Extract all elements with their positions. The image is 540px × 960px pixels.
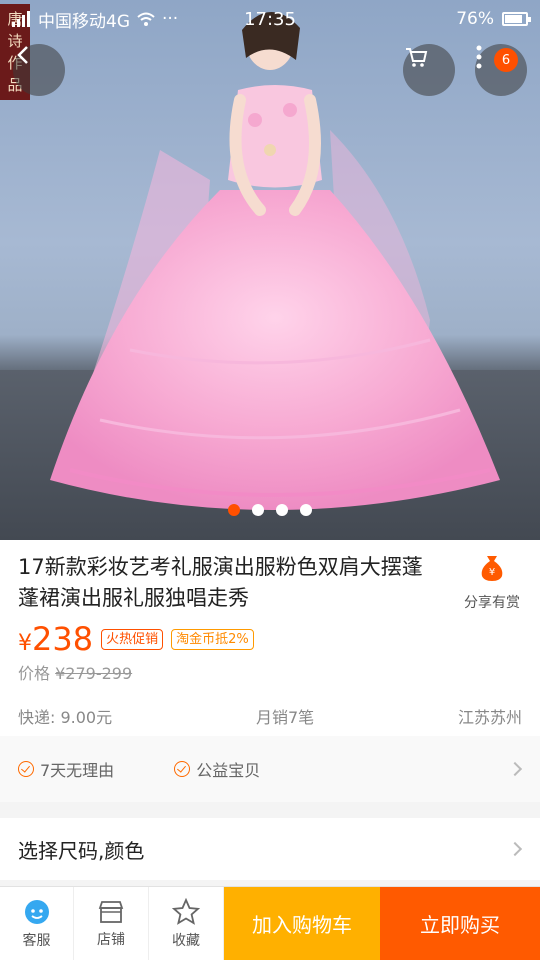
current-price: ¥238	[18, 620, 94, 658]
share-reward-button[interactable]: ¥ 分享有赏	[456, 554, 528, 612]
shop-icon	[98, 901, 124, 923]
service-guarantees-row[interactable]: 7天无理由 公益宝贝	[0, 736, 540, 802]
more-icon	[476, 45, 482, 69]
carrier-label: 中国移动4G	[38, 11, 130, 32]
coin-tag: 淘金币抵2%	[171, 628, 254, 650]
cart-count-badge: 6	[494, 48, 518, 72]
cart-icon	[406, 48, 428, 67]
back-button[interactable]	[13, 44, 65, 96]
star-icon	[172, 898, 200, 925]
product-info: 17新款彩妆艺考礼服演出服粉色双肩大摆蓬蓬裙演出服礼服独唱走秀 ¥ 分享有赏 ¥…	[0, 540, 540, 736]
promo-tag: 火热促销	[101, 628, 164, 650]
price-row: ¥238 火热促销 淘金币抵2%	[18, 620, 254, 658]
customer-service-button[interactable]: 客服	[0, 887, 74, 960]
carousel-dot[interactable]	[300, 504, 312, 516]
status-bar: 中国移动4G ··· 17:35 76%	[0, 0, 540, 38]
money-bag-icon: ¥	[481, 556, 503, 581]
bottom-action-bar: 客服 店铺 收藏 加入购物车 立即购买	[0, 886, 540, 960]
chevron-right-icon	[507, 841, 523, 857]
cart-button[interactable]	[403, 44, 455, 96]
svg-text:¥: ¥	[489, 567, 495, 578]
monthly-sales: 月销7笔	[255, 708, 315, 727]
carousel-dot[interactable]	[252, 504, 264, 516]
sku-label: 选择尺码,颜色	[18, 838, 145, 863]
battery-percent: 76%	[456, 9, 494, 29]
carousel-indicator	[0, 504, 540, 516]
add-to-cart-button[interactable]: 加入购物车	[224, 887, 380, 960]
chevron-right-icon	[507, 761, 523, 777]
favorite-button[interactable]: 收藏	[149, 887, 224, 960]
original-price: 价格 ¥279-299	[18, 664, 133, 683]
select-size-color-row[interactable]: 选择尺码,颜色	[0, 818, 540, 880]
wifi-icon	[137, 12, 155, 26]
ship-from-location: 江苏苏州	[457, 708, 522, 727]
product-title: 17新款彩妆艺考礼服演出服粉色双肩大摆蓬蓬裙演出服礼服独唱走秀	[18, 555, 423, 610]
check-circle-icon	[18, 761, 34, 777]
back-icon	[17, 46, 28, 64]
check-circle-icon	[174, 761, 191, 777]
customer-service-icon	[24, 900, 49, 924]
carousel-dot[interactable]	[276, 504, 288, 516]
shop-button[interactable]: 店铺	[74, 887, 149, 960]
service-item: 7天无理由	[18, 757, 114, 781]
status-more: ···	[162, 9, 179, 29]
product-photo	[0, 11, 540, 540]
carousel-dot[interactable]	[228, 504, 240, 516]
service-item: 公益宝贝	[174, 757, 260, 781]
shipping-fee: 快递: 9.00元	[18, 708, 113, 727]
share-label: 分享有赏	[464, 595, 520, 611]
buy-now-button[interactable]: 立即购买	[380, 887, 540, 960]
battery-icon	[502, 12, 531, 26]
product-image-carousel[interactable]: 唐诗作品 6	[0, 0, 540, 540]
delivery-meta: 快递: 9.00元 月销7笔 江苏苏州	[18, 704, 522, 728]
signal-icon	[12, 11, 30, 27]
